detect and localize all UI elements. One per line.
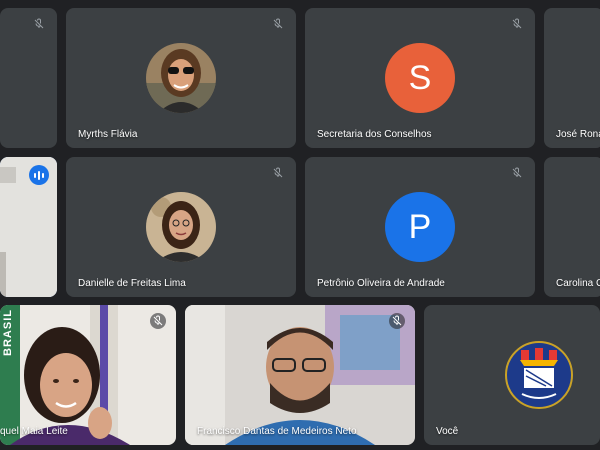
participant-tile-voce[interactable]: Você — [424, 305, 600, 445]
participant-tile-petronio[interactable]: P Petrônio Oliveira de Andrade — [305, 157, 535, 297]
participant-name: Carolina C — [556, 278, 600, 289]
mic-off-icon — [270, 16, 286, 32]
participant-tile-jose[interactable]: José Ronal — [544, 8, 600, 148]
mic-off-icon — [31, 16, 47, 32]
audio-level-icon — [29, 165, 49, 185]
banner-text: BRASIL — [2, 309, 14, 356]
participant-tile-speaking[interactable] — [0, 157, 57, 297]
mic-off-icon — [509, 165, 525, 181]
participant-name: Francisco Dantas de Medeiros Neto — [197, 426, 357, 437]
video-feed — [0, 305, 176, 445]
participant-name: Secretaria dos Conselhos — [317, 129, 432, 140]
participant-name: Você — [436, 426, 459, 437]
participant-tile-raquel[interactable]: BRASIL quel Maia Leite — [0, 305, 176, 445]
participant-tile-francisco[interactable]: Francisco Dantas de Medeiros Neto — [185, 305, 415, 445]
avatar-initial: P — [408, 207, 432, 246]
participant-tile-secretaria[interactable]: S Secretaria dos Conselhos — [305, 8, 535, 148]
avatar — [146, 43, 216, 113]
avatar-initial: S — [408, 58, 432, 97]
institution-logo — [504, 340, 574, 410]
mic-off-icon — [389, 313, 405, 329]
participant-name: Danielle de Freitas Lima — [78, 278, 186, 289]
avatar — [146, 192, 216, 262]
mic-off-icon — [150, 313, 166, 329]
avatar: S — [385, 43, 455, 113]
participant-name: Myrths Flávia — [78, 129, 138, 140]
participant-tile-carolina[interactable]: Carolina C — [544, 157, 600, 297]
participant-name: José Ronal — [556, 129, 600, 140]
mic-off-icon — [270, 165, 286, 181]
participant-name: Petrônio Oliveira de Andrade — [317, 278, 445, 289]
mic-off-icon — [509, 16, 525, 32]
participant-tile-left-1[interactable] — [0, 8, 57, 148]
video-feed — [185, 305, 415, 445]
participant-tile-danielle[interactable]: Danielle de Freitas Lima — [66, 157, 296, 297]
avatar: P — [385, 192, 455, 262]
participant-tile-myrths[interactable]: Myrths Flávia — [66, 8, 296, 148]
participant-name: quel Maia Leite — [0, 426, 68, 437]
